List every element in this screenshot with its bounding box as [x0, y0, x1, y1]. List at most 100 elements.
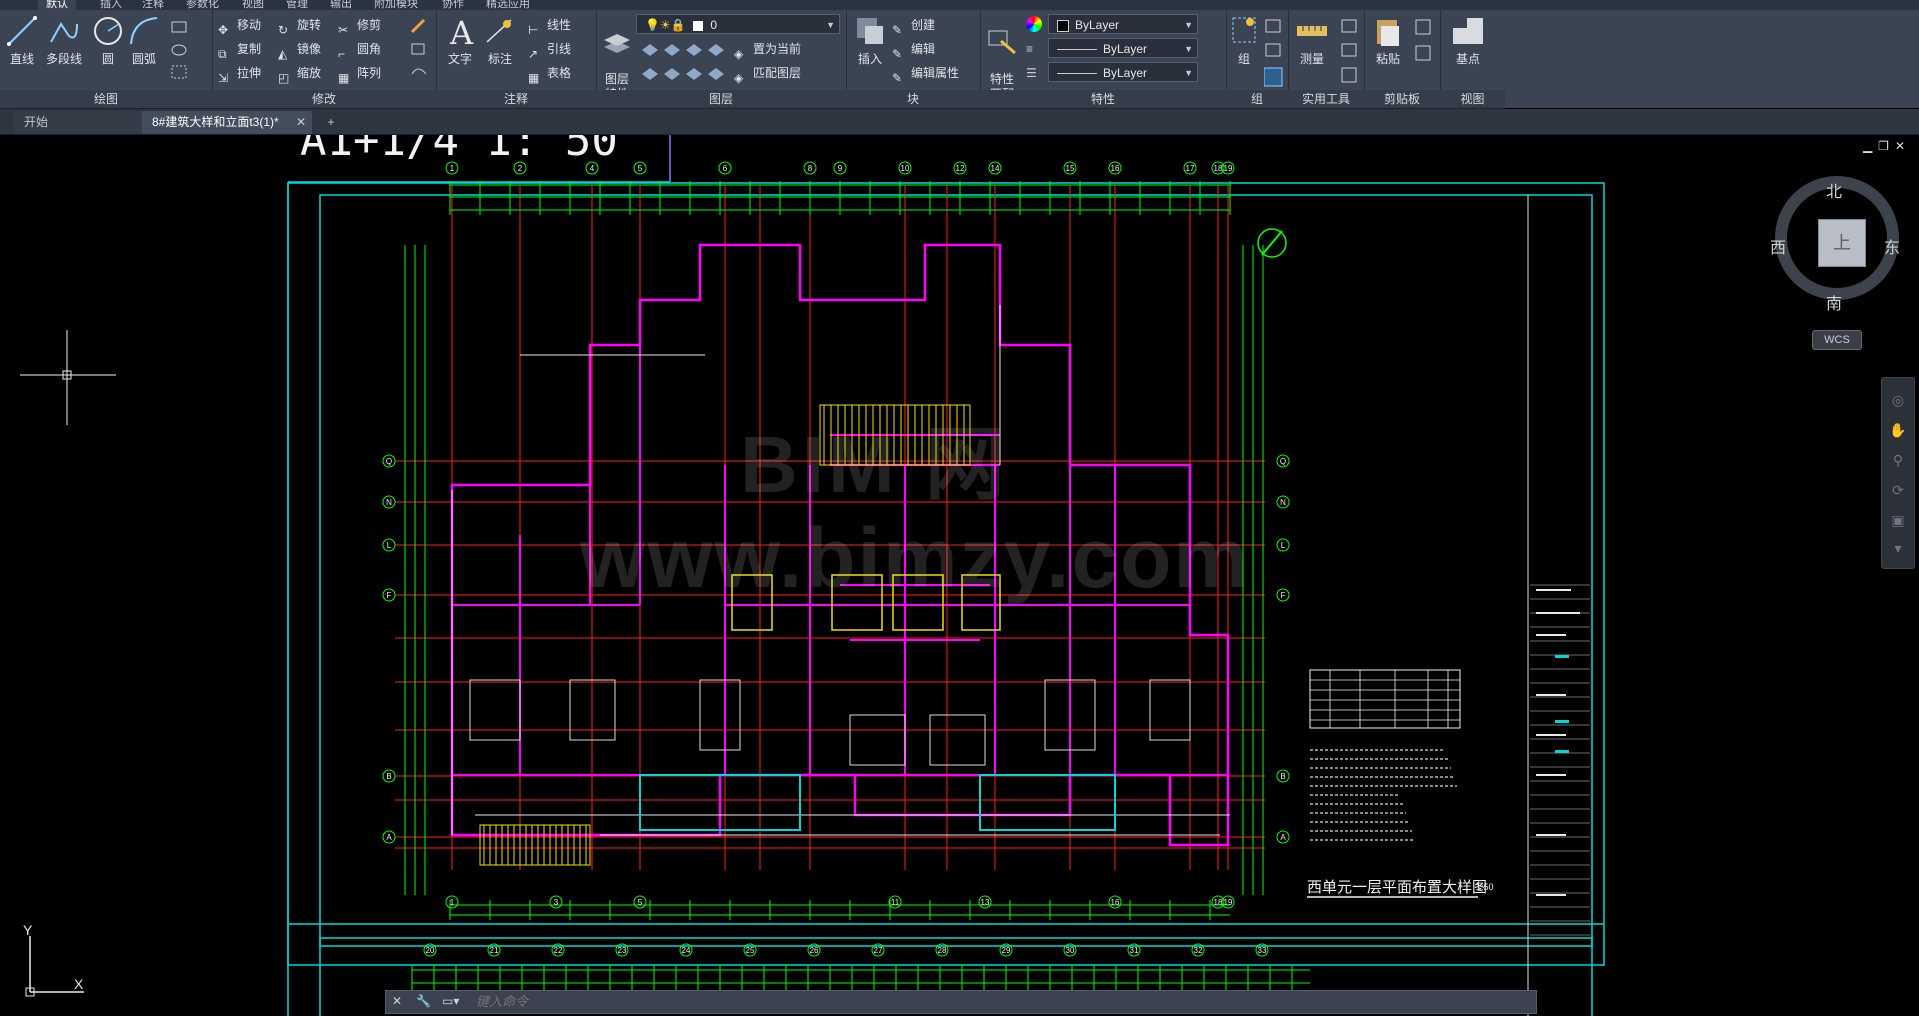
panel-modify-title[interactable]: 修改: [212, 90, 436, 108]
viewcube-south[interactable]: 南: [1826, 290, 1842, 314]
sheet-label: A1+1/4 1: 50: [300, 135, 618, 166]
leader-button[interactable]: ↗ 引线: [528, 38, 571, 61]
drawing-canvas[interactable]: 1 2 4 5 6 8 9 10 12 14 15 16 17 18 19 1 3 5 11 13 16 18 19 Q Q N N…: [0, 135, 1919, 1016]
grid-bubble-label-top: 6: [723, 164, 728, 173]
viewcube-east[interactable]: 东: [1884, 234, 1900, 258]
panel-view-title[interactable]: 视图: [1440, 90, 1505, 108]
wcs-menu[interactable]: WCS: [1812, 330, 1862, 350]
copy-button[interactable]: ⧉ 复制: [218, 38, 261, 61]
ribbon-tab-collaborate[interactable]: 协作: [442, 0, 464, 10]
panel-utilities-title[interactable]: 实用工具: [1288, 90, 1364, 108]
ribbon-tab-parametric[interactable]: 参数化: [186, 0, 219, 10]
panel-layers-title[interactable]: 图层: [596, 90, 846, 108]
showmotion-icon[interactable]: ▣: [1888, 510, 1908, 530]
grid-bubble-label-side: F: [387, 591, 392, 600]
modify-extra-icons[interactable]: [408, 18, 430, 82]
arc-button[interactable]: 圆弧: [124, 14, 164, 67]
recent-commands-icon[interactable]: ▭▾: [442, 994, 459, 1008]
layer-tool-icons[interactable]: [640, 40, 730, 86]
chevron-down-icon: ▼: [1184, 68, 1193, 78]
stretch-button[interactable]: ⇲ 拉伸: [218, 62, 261, 85]
lineweight-select[interactable]: ByLayer ▼: [1048, 62, 1198, 82]
set-current-layer-button[interactable]: ◈ 置为当前: [734, 38, 801, 61]
trim-button[interactable]: ✂ 修剪: [338, 14, 381, 37]
panel-layers: 图层 特性 💡☀🔒 0 ▼ ◈置为当前 ◈匹配图层 图层: [596, 10, 847, 108]
ribbon-tab-annotate[interactable]: 注释: [142, 0, 164, 10]
steering-wheel-icon[interactable]: ◎: [1888, 390, 1908, 410]
create-block-button[interactable]: ✎ 创建: [892, 14, 935, 37]
panel-modify: ✥ 移动 ↻ 旋转 ✂ 修剪 ⧉ 复制 ◭ 镜像 ⌐ 圆角 ⇲ 拉伸 ◰ 缩放 ▦ 阵列 修改: [212, 10, 437, 108]
text-button[interactable]: A 文字: [440, 14, 480, 67]
fillet-button[interactable]: ⌐ 圆角: [338, 38, 381, 61]
paste-button[interactable]: 粘贴: [1368, 14, 1408, 67]
close-icon[interactable]: ✕: [296, 111, 306, 134]
draw-extra-icons[interactable]: [170, 18, 204, 82]
viewcube-top-face[interactable]: 上: [1818, 219, 1866, 267]
grid-bubble-label-top: 19: [1224, 164, 1233, 173]
ribbon-tab-default[interactable]: 默认: [38, 0, 76, 10]
ribbon-tab-insert[interactable]: 插入: [100, 0, 122, 10]
viewcube-west[interactable]: 西: [1770, 234, 1786, 258]
dimension-button[interactable]: 标注: [480, 14, 520, 67]
match-layer-button[interactable]: ◈ 匹配图层: [734, 62, 801, 85]
match-properties-button[interactable]: 特性 匹配: [984, 14, 1020, 102]
panel-annotation-title[interactable]: 注释: [436, 90, 596, 108]
mirror-button[interactable]: ◭ 镜像: [278, 38, 321, 61]
circle-button[interactable]: 圆: [88, 14, 128, 67]
color-select[interactable]: ByLayer ▼: [1048, 14, 1198, 34]
layer-properties-icon: [604, 34, 630, 53]
new-tab-button[interactable]: +: [318, 111, 344, 134]
customize-icon[interactable]: 🔧: [416, 994, 431, 1008]
group-button[interactable]: 组: [1228, 14, 1260, 67]
ribbon-tab-addins[interactable]: 附加模块: [374, 0, 418, 10]
move-button[interactable]: ✥ 移动: [218, 14, 261, 37]
orbit-icon[interactable]: ⟳: [1888, 480, 1908, 500]
edit-attributes-button[interactable]: ✎ 编辑属性: [892, 62, 959, 85]
ribbon-tab-view[interactable]: 视图: [242, 0, 264, 10]
panel-groups-title[interactable]: 组: [1226, 90, 1288, 108]
rotate-button[interactable]: ↻ 旋转: [278, 14, 321, 37]
restore-icon[interactable]: ❐: [1878, 139, 1895, 153]
layer-color-swatch: [692, 20, 703, 31]
close-icon[interactable]: ✕: [392, 994, 402, 1008]
viewport-window-controls[interactable]: ▁❐✕: [1863, 139, 1911, 153]
viewcube-north[interactable]: 北: [1826, 178, 1842, 202]
clipboard-extra-icons[interactable]: [1414, 18, 1434, 68]
base-view-button[interactable]: 基点: [1448, 14, 1488, 67]
chevron-down-icon[interactable]: ▾: [1888, 538, 1908, 558]
group-extra-icons[interactable]: [1264, 18, 1284, 88]
tab-start[interactable]: 开始: [14, 111, 142, 134]
array-button[interactable]: ▦ 阵列: [338, 62, 381, 85]
panel-block-title[interactable]: 块: [846, 90, 980, 108]
panel-draw-title[interactable]: 绘图: [0, 90, 212, 108]
tab-drawing[interactable]: 8#建筑大样和立面t3(1)* ✕: [142, 111, 312, 134]
pan-icon[interactable]: ✋: [1888, 420, 1908, 440]
layer-properties-button[interactable]: 图层 特性: [596, 14, 638, 102]
utility-extra-icons[interactable]: [1340, 18, 1360, 88]
table-button[interactable]: ▦ 表格: [528, 62, 571, 85]
grid-bubble-label-bottom: 1: [450, 898, 455, 907]
command-input[interactable]: [476, 991, 1476, 1013]
zoom-icon[interactable]: ⚲: [1888, 450, 1908, 470]
chevron-down-icon: ▼: [1184, 44, 1193, 54]
scale-button[interactable]: ◰ 缩放: [278, 62, 321, 85]
grid-bubble-label-side: B: [386, 772, 391, 781]
edit-block-button[interactable]: ✎ 编辑: [892, 38, 935, 61]
minimize-icon[interactable]: ▁: [1863, 139, 1878, 153]
current-layer-select[interactable]: 💡☀🔒 0 ▼: [636, 14, 840, 34]
ribbon-tab-featured[interactable]: 精选应用: [486, 0, 530, 10]
insert-block-button[interactable]: 插入: [850, 14, 890, 67]
linetype-select[interactable]: ByLayer ▼: [1048, 38, 1198, 58]
polyline-button[interactable]: 多段线: [42, 14, 86, 67]
line-button[interactable]: 直线: [2, 14, 42, 67]
measure-button[interactable]: 测量: [1292, 14, 1332, 67]
panel-properties-title[interactable]: 特性: [980, 90, 1226, 108]
panel-clipboard: 粘贴 剪贴板: [1364, 10, 1441, 108]
close-icon[interactable]: ✕: [1895, 139, 1911, 153]
north-arrow-needle: [1261, 230, 1283, 256]
ribbon-tab-output[interactable]: 输出: [330, 0, 352, 10]
ribbon-tab-manage[interactable]: 管理: [286, 0, 308, 10]
panel-clipboard-title[interactable]: 剪贴板: [1364, 90, 1440, 108]
linear-dim-button[interactable]: ⊢ 线性: [528, 14, 571, 37]
color-wheel-icon[interactable]: [1026, 16, 1042, 32]
